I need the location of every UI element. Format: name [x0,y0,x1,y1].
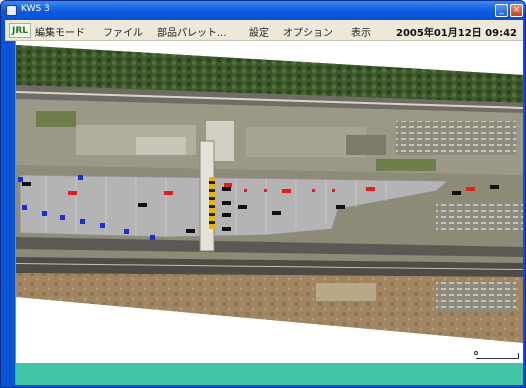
minimize-button[interactable]: _ [495,4,508,17]
scale-bar-icon [474,351,520,363]
menu-bar: JRL 編集モード ファイル 部品パレット... 設定 オプション 表示 200… [5,20,523,41]
title-bar[interactable]: KWS 3 _ × [1,1,525,20]
menu-settings[interactable]: 設定 [249,24,269,39]
window-title: KWS 3 [21,4,50,14]
menu-view[interactable]: 表示 [351,24,371,39]
menu-parts-palette[interactable]: 部品パレット... [157,24,227,39]
aerial-map[interactable] [16,41,523,385]
app-window: KWS 3 _ × JRL 編集モード ファイル 部品パレット... 設定 オプ… [0,0,526,388]
app-icon [6,5,17,16]
map-view[interactable] [15,41,523,385]
menu-file[interactable]: ファイル [103,24,143,39]
menu-edit-mode[interactable]: 編集モード [35,24,85,39]
close-button[interactable]: × [510,4,523,17]
status-band [16,363,523,385]
current-datetime: 2005年01月12日 09:42 [396,28,517,39]
app-logo: JRL [9,23,31,38]
menu-options[interactable]: オプション [283,24,333,39]
